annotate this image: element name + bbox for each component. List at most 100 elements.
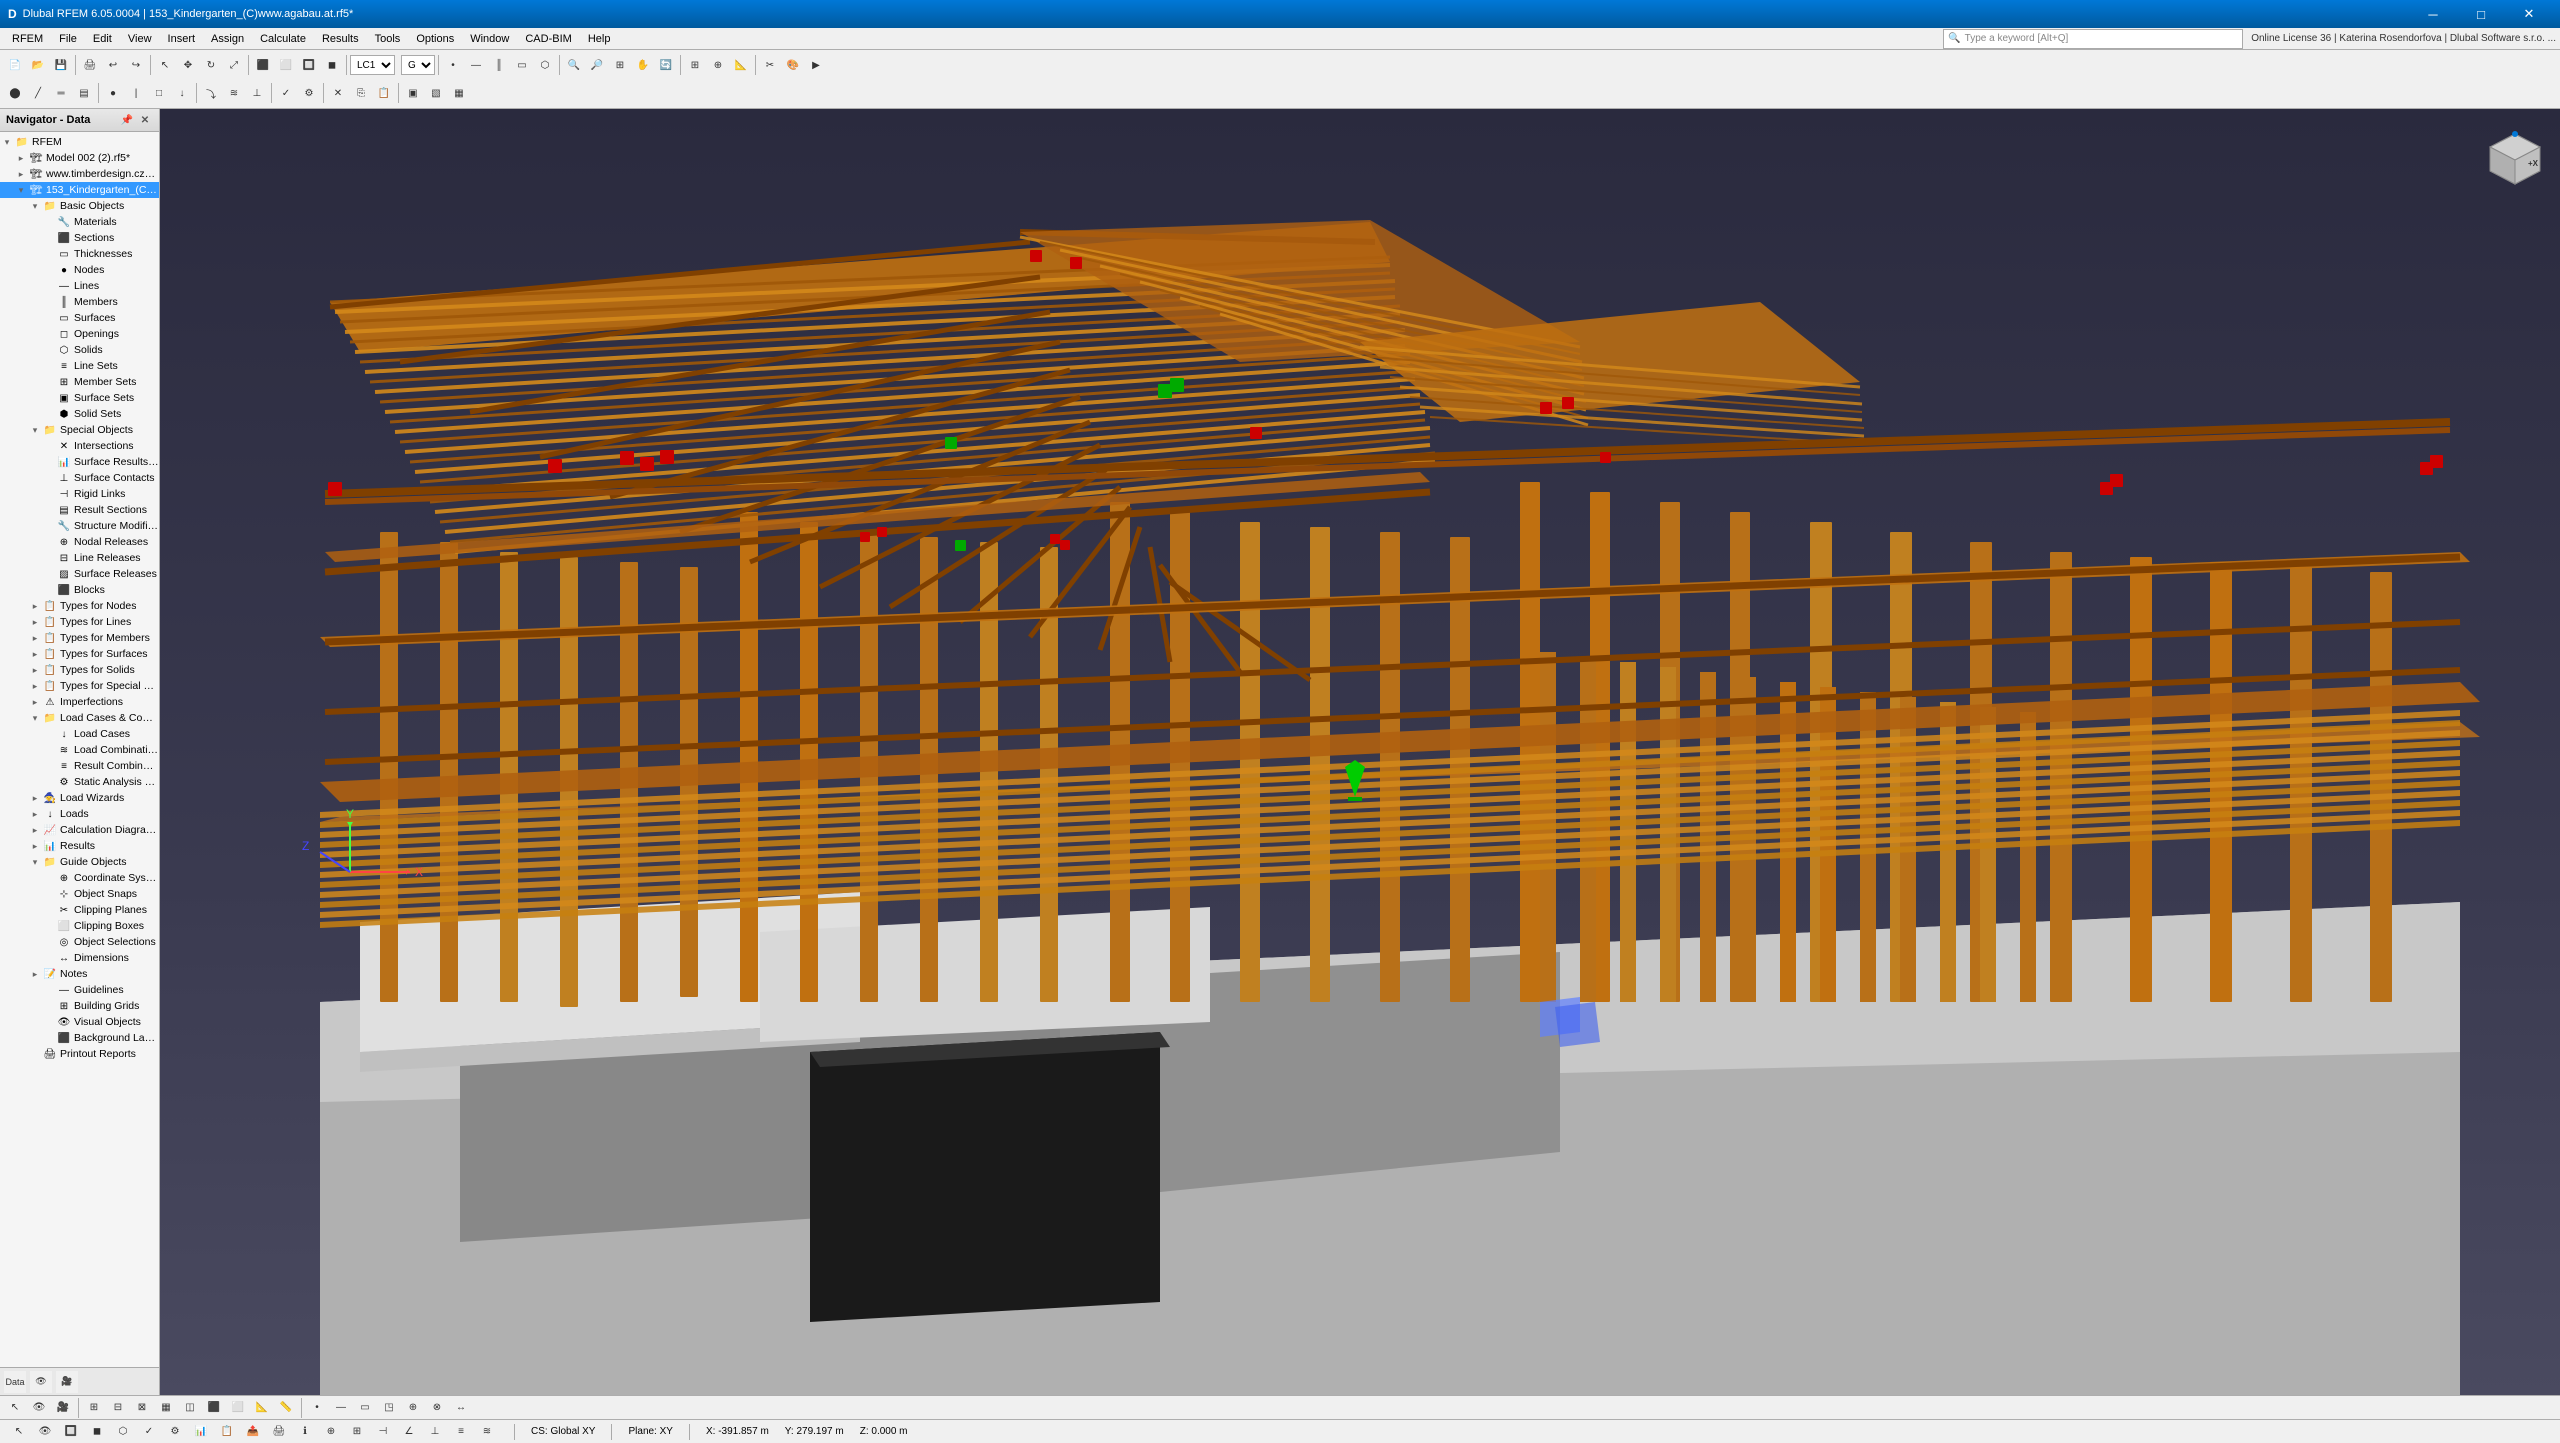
status-model-btn[interactable]: ⬡ <box>112 1421 134 1443</box>
tree-item-member_sets[interactable]: ⊞Member Sets <box>0 374 159 390</box>
menu-view[interactable]: View <box>120 31 160 47</box>
tree-item-static_analysis[interactable]: ⚙Static Analysis Settings <box>0 774 159 790</box>
bottom-btn11[interactable]: — <box>330 1397 352 1419</box>
tree-item-notes[interactable]: ▸📝Notes <box>0 966 159 982</box>
tree-item-line_sets[interactable]: ≡Line Sets <box>0 358 159 374</box>
insert-surface[interactable]: ▤ <box>73 82 95 104</box>
view-top[interactable]: ⬜ <box>275 54 297 76</box>
tree-item-background_layers[interactable]: ⬛Background Layers <box>0 1030 159 1046</box>
tree-item-members[interactable]: ║Members <box>0 294 159 310</box>
tree-item-materials[interactable]: 🔧Materials <box>0 214 159 230</box>
tree-item-clipping_boxes[interactable]: ⬜Clipping Boxes <box>0 918 159 934</box>
result-reaction[interactable]: ⊥ <box>246 82 268 104</box>
grid-toggle[interactable]: ⊞ <box>684 54 706 76</box>
status-grid-btn[interactable]: ⊞ <box>346 1421 368 1443</box>
calculate-all[interactable]: ⚙ <box>298 82 320 104</box>
copy-btn[interactable]: ⎘ <box>350 82 372 104</box>
bottom-btn16[interactable]: ↔ <box>450 1397 472 1419</box>
status-print-btn[interactable]: 🖨 <box>268 1421 290 1443</box>
bottom-btn7[interactable]: ⬜ <box>227 1397 249 1419</box>
tree-item-surface_sets[interactable]: ▣Surface Sets <box>0 390 159 406</box>
bottom-btn10[interactable]: • <box>306 1397 328 1419</box>
view-iso2[interactable]: ▧ <box>425 82 447 104</box>
tree-item-guidelines[interactable]: —Guidelines <box>0 982 159 998</box>
menu-file[interactable]: File <box>51 31 85 47</box>
nav-display-btn[interactable]: 👁 <box>30 1371 52 1393</box>
rotate-view[interactable]: 🔄 <box>655 54 677 76</box>
bottom-btn12[interactable]: ▭ <box>354 1397 376 1419</box>
menu-cadbim[interactable]: CAD-BIM <box>517 31 579 47</box>
measure-btn[interactable]: 📐 <box>730 54 752 76</box>
tree-item-results[interactable]: ▸📊Results <box>0 838 159 854</box>
viewport[interactable]: X Y Z +X <box>160 109 2560 1395</box>
menu-edit[interactable]: Edit <box>85 31 120 47</box>
tree-item-types_nodes[interactable]: ▸📋Types for Nodes <box>0 598 159 614</box>
pan-btn[interactable]: ✋ <box>632 54 654 76</box>
tree-item-structure_mod[interactable]: 🔧Structure Modifications <box>0 518 159 534</box>
tree-item-blocks[interactable]: ⬛Blocks <box>0 582 159 598</box>
status-view-btn[interactable]: 👁 <box>34 1421 56 1443</box>
tree-item-building_grids[interactable]: ⊞Building Grids <box>0 998 159 1014</box>
minimize-button[interactable]: ─ <box>2410 0 2456 28</box>
tree-item-lines[interactable]: —Lines <box>0 278 159 294</box>
bottom-cursor[interactable]: ↖ <box>4 1397 26 1419</box>
nav-view-btn[interactable]: 🎥 <box>56 1371 78 1393</box>
bottom-btn15[interactable]: ⊗ <box>426 1397 448 1419</box>
view-front[interactable]: ⬛ <box>252 54 274 76</box>
menu-rfem[interactable]: RFEM <box>4 31 51 47</box>
redo-button[interactable]: ↪ <box>125 54 147 76</box>
result-stress[interactable]: ≋ <box>223 82 245 104</box>
zoom-in[interactable]: 🔍 <box>563 54 585 76</box>
tree-item-clipping_planes[interactable]: ✂Clipping Planes <box>0 902 159 918</box>
close-button[interactable]: ✕ <box>2506 0 2552 28</box>
tree-item-dimensions[interactable]: ↔Dimensions <box>0 950 159 966</box>
tree-item-printout_reports[interactable]: 🖨Printout Reports <box>0 1046 159 1062</box>
bottom-cam[interactable]: 🎥 <box>52 1397 74 1419</box>
open-button[interactable]: 📂 <box>27 54 49 76</box>
lc-dropdown[interactable]: LC1 <box>350 55 395 75</box>
status-display-btn[interactable]: 📋 <box>216 1421 238 1443</box>
tree-item-special_objects[interactable]: ▾📁Special Objects <box>0 422 159 438</box>
maximize-button[interactable]: □ <box>2458 0 2504 28</box>
navigator-tree[interactable]: ▾📁RFEM▸🏗Model 002 (2).rf5*▸🏗www.timberde… <box>0 132 159 1367</box>
tree-item-thicknesses[interactable]: ▭Thicknesses <box>0 246 159 262</box>
save-button[interactable]: 💾 <box>50 54 72 76</box>
bottom-btn6[interactable]: ⬛ <box>203 1397 225 1419</box>
tree-item-rigid_links[interactable]: ⊣Rigid Links <box>0 486 159 502</box>
tree-item-surface_results_adj[interactable]: 📊Surface Results Adjustments <box>0 454 159 470</box>
tree-item-calc_diagrams[interactable]: ▸📈Calculation Diagrams <box>0 822 159 838</box>
tree-item-surface_releases[interactable]: ▨Surface Releases <box>0 566 159 582</box>
tree-item-load_cases_comb[interactable]: ▾📁Load Cases & Combinations <box>0 710 159 726</box>
search-bar[interactable]: 🔍 Type a keyword [Alt+Q] <box>1943 29 2243 49</box>
tree-item-nodal_releases[interactable]: ⊕Nodal Releases <box>0 534 159 550</box>
tree-item-openings[interactable]: ◻Openings <box>0 326 159 342</box>
bottom-btn2[interactable]: ⊟ <box>107 1397 129 1419</box>
status-ortho-btn[interactable]: ⊣ <box>372 1421 394 1443</box>
tree-item-solids[interactable]: ⬡Solids <box>0 342 159 358</box>
check-model[interactable]: ✓ <box>275 82 297 104</box>
display-members[interactable]: | <box>125 82 147 104</box>
status-cursor-btn[interactable]: ↖ <box>8 1421 30 1443</box>
undo-button[interactable]: ↩ <box>102 54 124 76</box>
menu-window[interactable]: Window <box>462 31 517 47</box>
status-result-btn[interactable]: 📊 <box>190 1421 212 1443</box>
bottom-eye[interactable]: 👁 <box>28 1397 50 1419</box>
bottom-btn8[interactable]: 📐 <box>251 1397 273 1419</box>
new-button[interactable]: 📄 <box>4 54 26 76</box>
surface-btn[interactable]: ▭ <box>511 54 533 76</box>
print-button[interactable]: 🖨 <box>79 54 101 76</box>
scale-button[interactable]: ⤢ <box>223 54 245 76</box>
bottom-btn1[interactable]: ⊞ <box>83 1397 105 1419</box>
status-export-btn[interactable]: 📤 <box>242 1421 264 1443</box>
display-surfaces[interactable]: □ <box>148 82 170 104</box>
bottom-btn5[interactable]: ◫ <box>179 1397 201 1419</box>
zoom-out[interactable]: 🔎 <box>586 54 608 76</box>
tree-item-model003[interactable]: ▾🏗153_Kindergarten_(C)www.agabau.at.rf5* <box>0 182 159 198</box>
view-wire[interactable]: ▦ <box>448 82 470 104</box>
status-more2-btn[interactable]: ≡ <box>450 1421 472 1443</box>
view-render[interactable]: ◼ <box>321 54 343 76</box>
tree-item-surfaces[interactable]: ▭Surfaces <box>0 310 159 326</box>
view-3d[interactable]: 🔲 <box>298 54 320 76</box>
status-3d-btn[interactable]: 🔲 <box>60 1421 82 1443</box>
tree-item-load_cases[interactable]: ↓Load Cases <box>0 726 159 742</box>
